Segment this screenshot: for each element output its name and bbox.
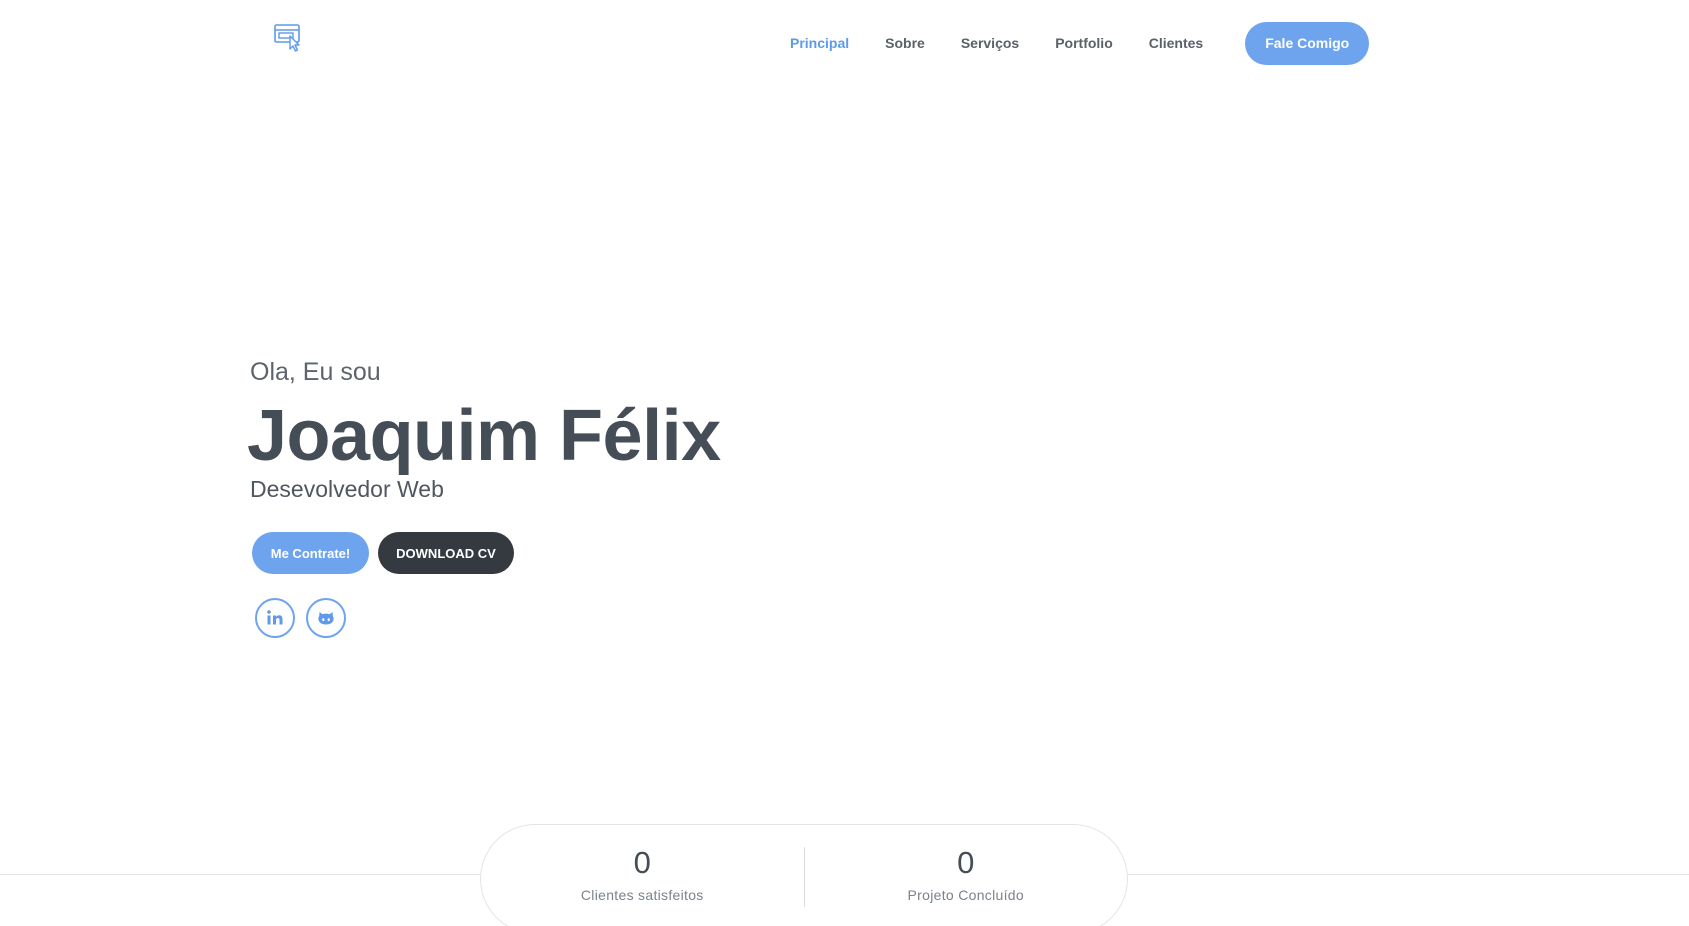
page: Principal Sobre Serviços Portfolio Clien…: [0, 0, 1689, 926]
hero-buttons: Me Contrate! DOWNLOAD CV: [252, 532, 514, 574]
stat-clients: 0 Clientes satisfeitos: [481, 825, 804, 926]
linkedin-icon: [267, 610, 283, 625]
hero-section: Ola, Eu sou Joaquim Félix Desevolvedor W…: [247, 352, 721, 504]
main-nav: Principal Sobre Serviços Portfolio Clien…: [790, 21, 1370, 65]
stat-number: 0: [957, 845, 975, 880]
nav-sobre[interactable]: Sobre: [885, 35, 925, 51]
nav-principal[interactable]: Principal: [790, 35, 849, 51]
site-logo[interactable]: [240, 8, 336, 84]
download-cv-button[interactable]: DOWNLOAD CV: [378, 532, 514, 574]
browser-cursor-icon: [274, 24, 300, 52]
stat-label: Clientes satisfeitos: [580, 887, 704, 903]
hero-greeting: Ola, Eu sou: [250, 358, 381, 386]
github-icon: [318, 612, 334, 625]
stat-label: Projeto Concluído: [907, 887, 1024, 903]
nav-servicos[interactable]: Serviços: [961, 35, 1019, 51]
hero-name: Joaquim Félix: [247, 396, 721, 476]
stats-card: 0 Clientes satisfeitos 0 Projeto Concluí…: [480, 824, 1128, 926]
stat-projects: 0 Projeto Concluído: [805, 825, 1128, 926]
social-links: [255, 598, 346, 638]
stat-number: 0: [633, 845, 651, 880]
github-link[interactable]: [306, 598, 346, 638]
nav-clientes[interactable]: Clientes: [1149, 35, 1203, 51]
contact-button[interactable]: Fale Comigo: [1245, 21, 1370, 65]
hire-me-button[interactable]: Me Contrate!: [252, 532, 369, 574]
nav-portfolio[interactable]: Portfolio: [1055, 35, 1113, 51]
linkedin-link[interactable]: [255, 598, 295, 638]
hero-role: Desevolvedor Web: [250, 476, 444, 502]
